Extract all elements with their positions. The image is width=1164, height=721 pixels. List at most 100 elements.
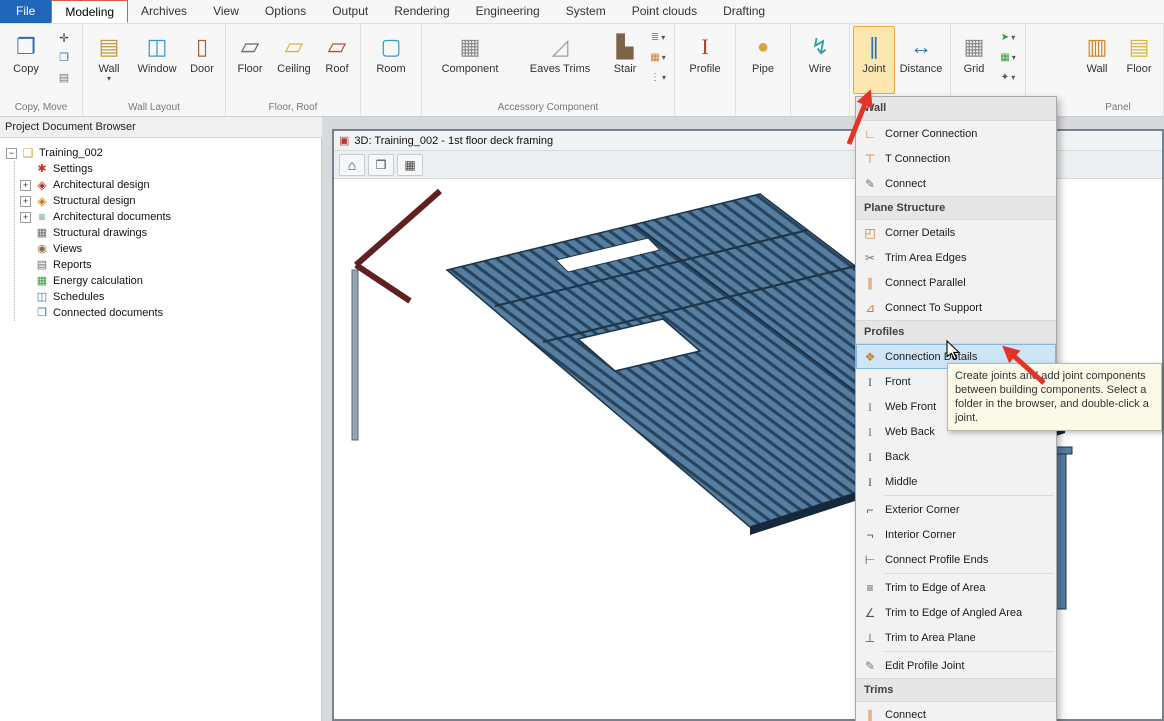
menu-item-label: Web Front — [885, 401, 936, 413]
menu-item-label: T Connection — [885, 153, 950, 165]
ribbon-group-group-6: ●Pipe — [736, 24, 791, 116]
tree-item-connected-documents[interactable]: +❒Connected documents — [20, 305, 319, 321]
menu-item-trim-area-edges[interactable]: ✂Trim Area Edges — [856, 245, 1056, 270]
viewport-tool-home-view[interactable]: ⌂ — [339, 154, 365, 176]
tree-root-training-002[interactable]: −❑Training_002 — [6, 145, 319, 161]
menu-item-interior-corner[interactable]: ¬Interior Corner — [856, 522, 1056, 547]
ribbon-button-wire[interactable]: ↯Wire — [794, 26, 846, 94]
tab-view[interactable]: View — [200, 0, 252, 23]
ribbon-button-label: Door — [190, 63, 214, 75]
ribbon-button-component[interactable]: ▦Component — [425, 26, 515, 94]
ribbon-small-button-accessory-list-icon[interactable]: ⋮▾ — [646, 69, 670, 86]
tab-rendering[interactable]: Rendering — [381, 0, 462, 23]
expand-plus-icon[interactable]: + — [20, 212, 31, 223]
ribbon-button-distance[interactable]: ↔Distance — [895, 26, 947, 94]
web-back-icon: I — [862, 426, 878, 438]
viewport-tool-grid-view[interactable]: ▦ — [397, 154, 423, 176]
ribbon-button-roof[interactable]: ▱Roof — [317, 26, 357, 94]
menu-separator — [883, 495, 1054, 496]
ribbon-button-copy[interactable]: ❐Copy — [3, 26, 49, 94]
ribbon-button-wall[interactable]: ▥Wall — [1076, 26, 1118, 94]
tree-item-structural-drawings[interactable]: +▦Structural drawings — [20, 225, 319, 241]
corner-details-icon: ◰ — [862, 227, 878, 239]
ribbon-button-floor[interactable]: ▱Floor — [229, 26, 271, 94]
tab-point-clouds[interactable]: Point clouds — [619, 0, 710, 23]
ribbon-button-grid[interactable]: ▦Grid — [954, 26, 994, 94]
menu-item-trim-to-edge-of-angled-area[interactable]: ∠Trim to Edge of Angled Area — [856, 600, 1056, 625]
ribbon-button-door[interactable]: ▯Door — [182, 26, 222, 94]
accessory-list-icon: ⋮ — [650, 72, 660, 83]
menu-item-corner-details[interactable]: ◰Corner Details — [856, 220, 1056, 245]
menu-item-back[interactable]: IBack — [856, 444, 1056, 469]
floor-icon: ▱ — [241, 31, 259, 63]
collapse-expander-icon[interactable]: − — [6, 148, 17, 159]
tree-item-reports[interactable]: +▤Reports — [20, 257, 319, 273]
ribbon-small-button-accessory-more-icon[interactable]: ≣▾ — [646, 29, 670, 46]
menu-item-connect-profile-ends[interactable]: ⊢Connect Profile Ends — [856, 547, 1056, 572]
ribbon-small-button-move-icon[interactable]: ✛ — [50, 29, 78, 46]
ribbon-button-profile[interactable]: IProfile — [678, 26, 732, 94]
tab-engineering[interactable]: Engineering — [463, 0, 553, 23]
accessory-grid-icon: ▦ — [650, 52, 659, 63]
trim-to-edge-of-area-icon: ≡ — [862, 582, 878, 594]
ribbon-button-pipe[interactable]: ●Pipe — [739, 26, 787, 94]
ribbon-group-label: Copy, Move — [1, 101, 81, 116]
tree-item-settings[interactable]: +✱Settings — [20, 161, 319, 177]
expand-plus-icon[interactable]: + — [20, 180, 31, 191]
tab-drafting[interactable]: Drafting — [710, 0, 778, 23]
ribbon-group-label — [362, 101, 420, 116]
ribbon-button-window[interactable]: ◫Window — [132, 26, 182, 94]
menu-item-middle[interactable]: IMiddle — [856, 469, 1056, 494]
tree-item-structural-design[interactable]: +◈Structural design — [20, 193, 319, 209]
ribbon-button-stair[interactable]: ▙Stair — [605, 26, 645, 94]
ribbon-button-floor[interactable]: ▤Floor — [1118, 26, 1160, 94]
ribbon-small-button-copy-small-icon[interactable]: ❐ — [50, 49, 78, 66]
ribbon-small-button-grid-small-icon[interactable]: ▦▾ — [995, 49, 1021, 66]
trim-to-edge-of-angled-area-icon: ∠ — [862, 607, 878, 619]
ribbon-button-eaves-trims[interactable]: ◿Eaves Trims — [515, 26, 605, 94]
menu-item-label: Middle — [885, 476, 917, 488]
tab-archives[interactable]: Archives — [128, 0, 200, 23]
edit-profile-joint-icon: ✎ — [862, 660, 878, 672]
tree-item-schedules[interactable]: +◫Schedules — [20, 289, 319, 305]
ribbon-button-joint[interactable]: ∥Joint — [853, 26, 895, 94]
tab-output[interactable]: Output — [319, 0, 381, 23]
menu-item-connect-parallel[interactable]: ∥Connect Parallel — [856, 270, 1056, 295]
tab-modeling[interactable]: Modeling — [51, 0, 128, 23]
ribbon-small-button-select-green-icon[interactable]: ➤▾ — [995, 29, 1021, 46]
menu-item-trim-to-area-plane[interactable]: ⊥Trim to Area Plane — [856, 625, 1056, 650]
connected-documents-icon: ❒ — [35, 308, 49, 319]
project-browser-header: Project Document Browser — [0, 117, 322, 138]
ribbon-group-accessory-component: ▦Component◿Eaves Trims▙Stair≣▾▦▾⋮▾Access… — [422, 24, 675, 116]
tree-item-architectural-documents[interactable]: +≡Architectural documents — [20, 209, 319, 225]
menu-item-exterior-corner[interactable]: ⌐Exterior Corner — [856, 497, 1056, 522]
menu-item-edit-profile-joint[interactable]: ✎Edit Profile Joint — [856, 653, 1056, 678]
menu-section-plane-structure: Plane Structure — [856, 196, 1056, 220]
ribbon-button-ceiling[interactable]: ▱Ceiling — [271, 26, 317, 94]
tree-item-label: Reports — [53, 259, 92, 271]
tree-item-architectural-design[interactable]: +◈Architectural design — [20, 177, 319, 193]
tree-item-views[interactable]: +◉Views — [20, 241, 319, 257]
ribbon-small-button-accessory-grid-icon[interactable]: ▦▾ — [646, 49, 670, 66]
menu-item-label: Connect Profile Ends — [885, 554, 988, 566]
ribbon-button-room[interactable]: ▢Room — [364, 26, 418, 94]
menu-item-connect[interactable]: ✎Connect — [856, 171, 1056, 196]
copy-small-icon: ❐ — [59, 51, 69, 64]
ribbon-group-buttons: IProfile — [676, 24, 734, 101]
menu-item-corner-connection[interactable]: ∟Corner Connection — [856, 121, 1056, 146]
menu-item-t-connection[interactable]: ⊤T Connection — [856, 146, 1056, 171]
tab-options[interactable]: Options — [252, 0, 319, 23]
menu-item-trim-to-edge-of-area[interactable]: ≡Trim to Edge of Area — [856, 575, 1056, 600]
ribbon-button-wall[interactable]: ▤Wall▾ — [86, 26, 132, 94]
viewport-tool-window-layout[interactable]: ❒ — [368, 154, 394, 176]
expand-plus-icon[interactable]: + — [20, 196, 31, 207]
ribbon-small-button-paste-small-icon[interactable]: ▤ — [50, 69, 78, 86]
tab-file[interactable]: File — [0, 0, 51, 23]
tree-item-energy-calculation[interactable]: +▦Energy calculation — [20, 273, 319, 289]
ribbon-small-button-wrench-small-icon[interactable]: ✦▾ — [995, 69, 1021, 86]
ribbon-group-copy-move: ❐Copy✛ ❐ ▤ Copy, Move — [0, 24, 83, 116]
tab-system[interactable]: System — [553, 0, 619, 23]
menu-item-connect[interactable]: ∥Connect — [856, 702, 1056, 721]
architectural-documents-icon: ≡ — [35, 211, 49, 223]
menu-item-connect-to-support[interactable]: ⊿Connect To Support — [856, 295, 1056, 320]
